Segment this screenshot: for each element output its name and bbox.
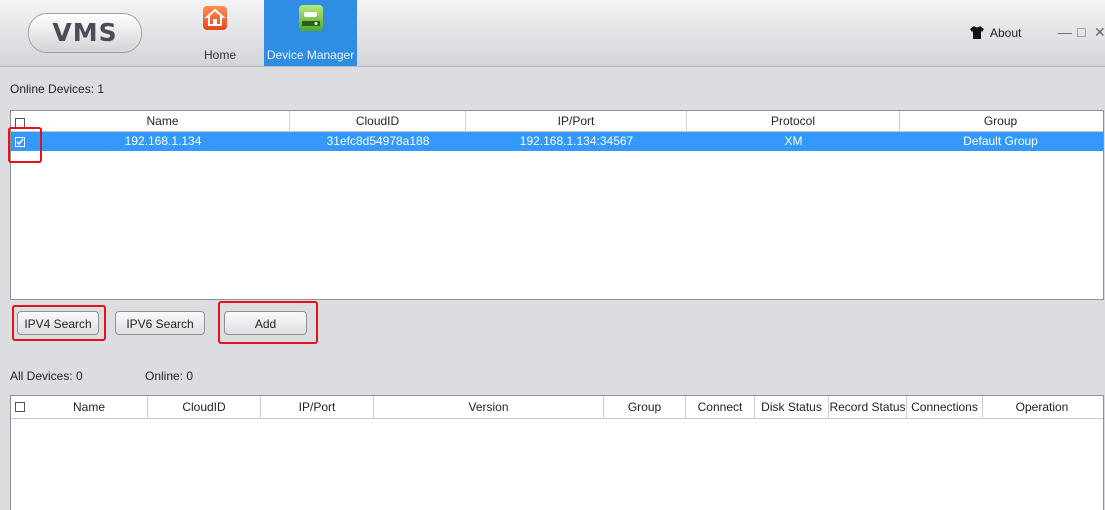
cell-cloudid: 31efc8d54978a188 [326, 134, 430, 148]
col-group[interactable]: Group [900, 111, 1101, 131]
col-record-status[interactable]: Record Status [829, 396, 907, 418]
maximize-button[interactable]: □ [1077, 24, 1085, 40]
device-manager-icon [299, 5, 323, 31]
online-table-header: Name CloudID IP/Port Protocol Group [11, 111, 1103, 132]
col-operation[interactable]: Operation [983, 396, 1101, 418]
home-icon [203, 6, 227, 30]
vms-logo: VMS [28, 13, 142, 53]
online-devices-table: Name CloudID IP/Port Protocol Group 192.… [10, 110, 1104, 300]
ipv6-search-button[interactable]: IPV6 Search [115, 311, 205, 335]
all-table-header: Name CloudID IP/Port Version Group Conne… [11, 396, 1103, 419]
cell-ipport: 192.168.1.134:34567 [519, 134, 634, 148]
col-ipport[interactable]: IP/Port [261, 396, 374, 418]
all-devices-count: All Devices: 0 [10, 369, 83, 383]
col-protocol[interactable]: Protocol [687, 111, 900, 131]
col-cloudid[interactable]: CloudID [148, 396, 261, 418]
col-group[interactable]: Group [604, 396, 686, 418]
col-name[interactable]: Name [36, 111, 290, 131]
col-ipport[interactable]: IP/Port [466, 111, 687, 131]
online-count: Online: 0 [145, 369, 194, 383]
nav-home[interactable]: Home [195, 0, 245, 66]
col-connections[interactable]: Connections [907, 396, 983, 418]
close-button[interactable]: ✕ [1094, 24, 1105, 41]
ipv4-search-button[interactable]: IPV4 Search [17, 311, 99, 335]
minimize-button[interactable]: — [1058, 24, 1072, 40]
col-version[interactable]: Version [374, 396, 604, 418]
nav-device-manager[interactable]: Device Manager [264, 0, 357, 66]
col-name[interactable]: Name [31, 396, 148, 418]
cell-protocol: XM [784, 134, 803, 148]
col-connect[interactable]: Connect [686, 396, 755, 418]
select-all-online-checkbox[interactable] [15, 118, 25, 128]
about-button[interactable]: About [970, 26, 1021, 40]
col-cloudid[interactable]: CloudID [290, 111, 466, 131]
shirt-icon [970, 26, 984, 39]
online-devices-count: Online Devices: 1 [10, 82, 105, 96]
add-button[interactable]: Add [224, 311, 307, 335]
nav-home-label: Home [203, 48, 236, 62]
cell-group: Default Group [963, 134, 1038, 148]
cell-name: 192.168.1.134 [124, 134, 202, 148]
select-all-devices-checkbox[interactable] [15, 402, 25, 412]
title-bar: VMS Home Device Manager About — □ ✕ [0, 0, 1105, 67]
all-devices-table: Name CloudID IP/Port Version Group Conne… [10, 395, 1104, 510]
col-disk-status[interactable]: Disk Status [755, 396, 829, 418]
nav-device-manager-label: Device Manager [266, 48, 355, 62]
row-checkbox[interactable] [15, 137, 25, 147]
about-label: About [990, 26, 1022, 40]
table-row[interactable]: 192.168.1.134 31efc8d54978a188 192.168.1… [11, 132, 1103, 151]
